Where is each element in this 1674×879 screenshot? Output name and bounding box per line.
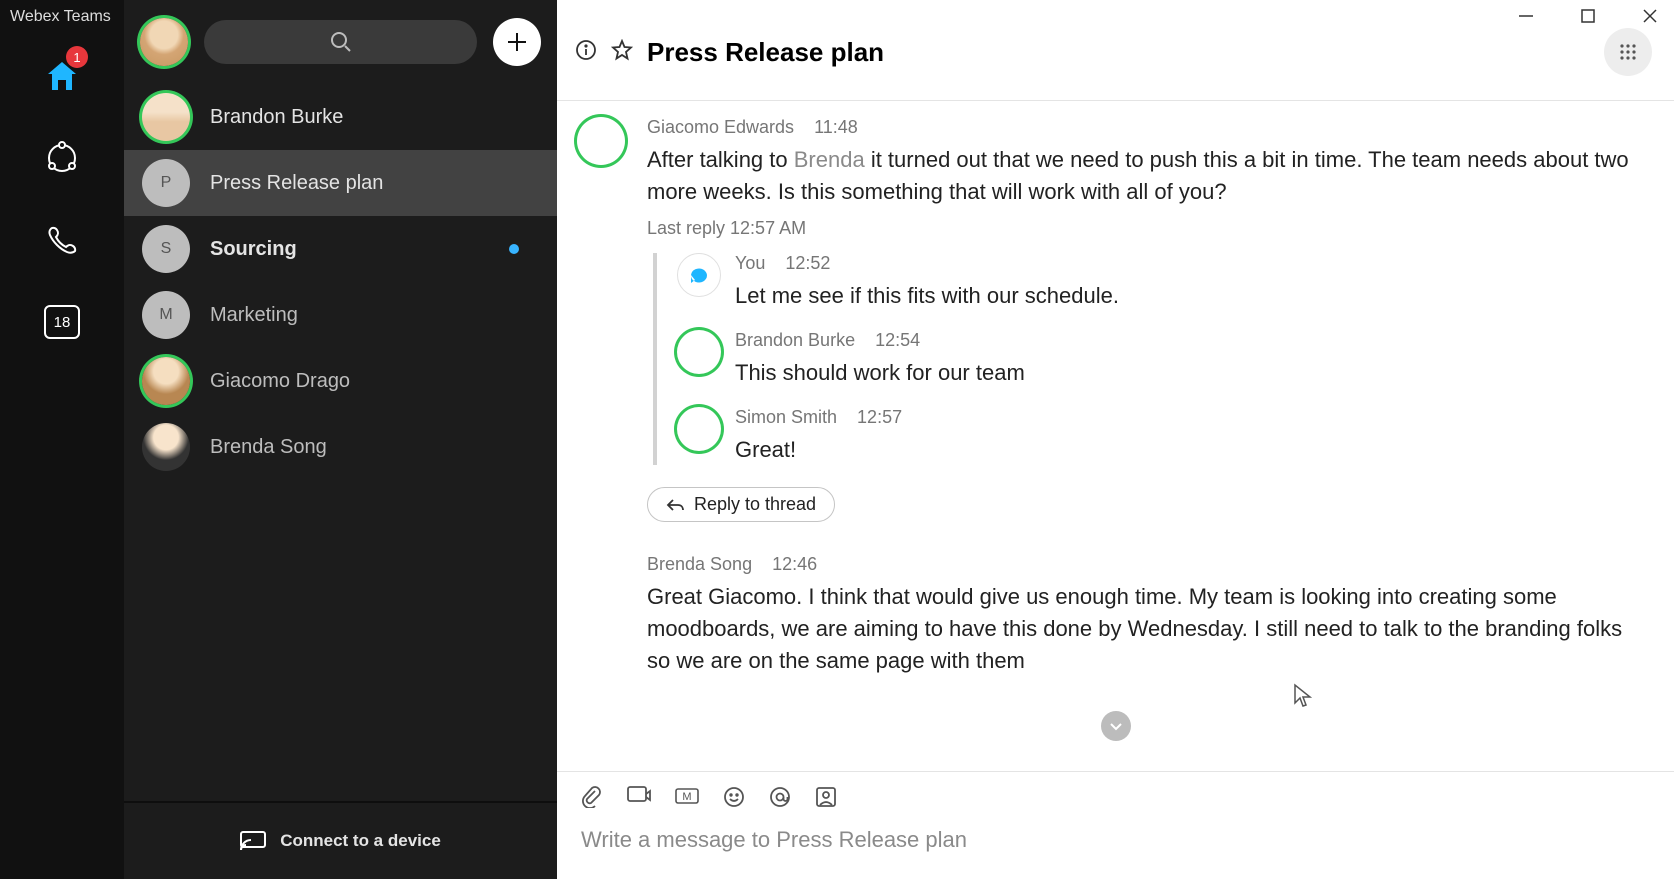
chevron-down-icon bbox=[1109, 719, 1123, 733]
svg-text:M: M bbox=[682, 791, 691, 803]
space-avatar bbox=[142, 93, 190, 141]
calls-icon[interactable] bbox=[38, 216, 86, 264]
markdown-icon[interactable]: M bbox=[675, 786, 699, 813]
personal-icon[interactable] bbox=[815, 786, 837, 813]
thread-text: This should work for our team bbox=[735, 357, 1638, 389]
main-panel: Press Release plan Giacomo Edwards 11:48… bbox=[557, 0, 1674, 879]
thread-reply: Simon Smith 12:57 Great! bbox=[677, 407, 1638, 466]
space-item[interactable]: Brenda Song bbox=[124, 414, 557, 480]
message: Giacomo Edwards 11:48 After talking to B… bbox=[577, 117, 1638, 544]
window-close[interactable] bbox=[1640, 6, 1660, 26]
connect-device-label: Connect to a device bbox=[280, 831, 441, 851]
screen-capture-icon[interactable] bbox=[627, 786, 651, 813]
thread-reply: You 12:52 Let me see if this fits with our… bbox=[677, 253, 1638, 312]
add-button[interactable] bbox=[493, 18, 541, 66]
self-avatar[interactable] bbox=[140, 18, 188, 66]
message-list: Giacomo Edwards 11:48 After talking to B… bbox=[557, 101, 1674, 771]
space-item[interactable]: P Press Release plan bbox=[124, 150, 557, 216]
info-icon[interactable] bbox=[575, 39, 597, 66]
last-reply-label: Last reply 12:57 AM bbox=[647, 218, 1638, 239]
message-input[interactable]: Write a message to Press Release plan bbox=[557, 819, 1674, 879]
space-item[interactable]: Giacomo Drago bbox=[124, 348, 557, 414]
space-item[interactable]: M Marketing bbox=[124, 282, 557, 348]
thread-author: Brandon Burke bbox=[735, 330, 855, 351]
message-avatar[interactable] bbox=[577, 554, 625, 602]
thread-time: 12:57 bbox=[857, 407, 902, 428]
mention-icon[interactable] bbox=[769, 786, 791, 813]
search-icon bbox=[330, 31, 352, 53]
chat-title: Press Release plan bbox=[647, 37, 884, 68]
space-avatar bbox=[142, 357, 190, 405]
app-title: Webex Teams bbox=[0, 0, 124, 34]
plus-icon bbox=[506, 31, 528, 53]
calendar-icon[interactable]: 18 bbox=[38, 298, 86, 346]
apps-grid-icon bbox=[1618, 42, 1638, 62]
teams-icon[interactable] bbox=[38, 134, 86, 182]
message-time: 12:46 bbox=[772, 554, 817, 575]
thread-author: You bbox=[735, 253, 765, 274]
home-icon[interactable]: 1 bbox=[38, 52, 86, 100]
thread-avatar[interactable] bbox=[677, 253, 721, 297]
thread-avatar[interactable] bbox=[677, 330, 721, 374]
thread-avatar[interactable] bbox=[677, 407, 721, 451]
nav-sidebar: Webex Teams 1 18 bbox=[0, 0, 124, 879]
space-item[interactable]: S Sourcing bbox=[124, 216, 557, 282]
space-name: Marketing bbox=[210, 304, 298, 327]
thread: You 12:52 Let me see if this fits with our… bbox=[653, 253, 1638, 466]
attach-icon[interactable] bbox=[581, 786, 603, 813]
home-badge: 1 bbox=[66, 46, 88, 68]
scroll-down-button[interactable] bbox=[1101, 711, 1131, 741]
space-name: Press Release plan bbox=[210, 172, 383, 195]
star-icon[interactable] bbox=[611, 39, 633, 66]
thread-text: Great! bbox=[735, 434, 1638, 466]
space-name: Brenda Song bbox=[210, 436, 327, 459]
mention[interactable]: Brenda bbox=[794, 147, 865, 172]
message-avatar[interactable] bbox=[577, 117, 625, 165]
thread-reply: Brandon Burke 12:54 This should work for o… bbox=[677, 330, 1638, 389]
reply-icon bbox=[666, 497, 684, 513]
message-text: Great Giacomo. I think that would give u… bbox=[647, 581, 1638, 677]
thread-text: Let me see if this fits with our schedul… bbox=[735, 280, 1638, 312]
spaces-panel: Brandon Burke P Press Release plan S Sourcin… bbox=[124, 0, 557, 879]
apps-button[interactable] bbox=[1604, 28, 1652, 76]
thread-time: 12:54 bbox=[875, 330, 920, 351]
message-time: 11:48 bbox=[814, 117, 858, 138]
cast-icon bbox=[240, 831, 266, 851]
space-avatar: M bbox=[142, 291, 190, 339]
message-text: After talking to Brenda it turned out th… bbox=[647, 144, 1638, 208]
space-name: Sourcing bbox=[210, 238, 297, 261]
composer: M Write a message to Press Release plan bbox=[557, 771, 1674, 879]
space-avatar: P bbox=[142, 159, 190, 207]
cursor-icon bbox=[1292, 683, 1314, 709]
space-name: Brandon Burke bbox=[210, 106, 343, 129]
thread-author: Simon Smith bbox=[735, 407, 837, 428]
space-item[interactable]: Brandon Burke bbox=[124, 84, 557, 150]
message-author: Brenda Song bbox=[647, 554, 752, 575]
emoji-icon[interactable] bbox=[723, 786, 745, 813]
calendar-day: 18 bbox=[44, 305, 80, 339]
message: Brenda Song 12:46 Great Giacomo. I think… bbox=[577, 554, 1638, 677]
space-name: Giacomo Drago bbox=[210, 370, 350, 393]
space-avatar: S bbox=[142, 225, 190, 273]
window-minimize[interactable] bbox=[1516, 6, 1536, 26]
thread-time: 12:52 bbox=[785, 253, 830, 274]
reply-thread-label: Reply to thread bbox=[694, 494, 816, 515]
chat-header: Press Release plan bbox=[557, 0, 1674, 101]
connect-device-button[interactable]: Connect to a device bbox=[124, 801, 557, 879]
search-input[interactable] bbox=[204, 20, 477, 64]
reply-thread-button[interactable]: Reply to thread bbox=[647, 487, 835, 522]
window-maximize[interactable] bbox=[1578, 6, 1598, 26]
message-author: Giacomo Edwards bbox=[647, 117, 794, 138]
unread-indicator bbox=[509, 244, 519, 254]
space-avatar bbox=[142, 423, 190, 471]
